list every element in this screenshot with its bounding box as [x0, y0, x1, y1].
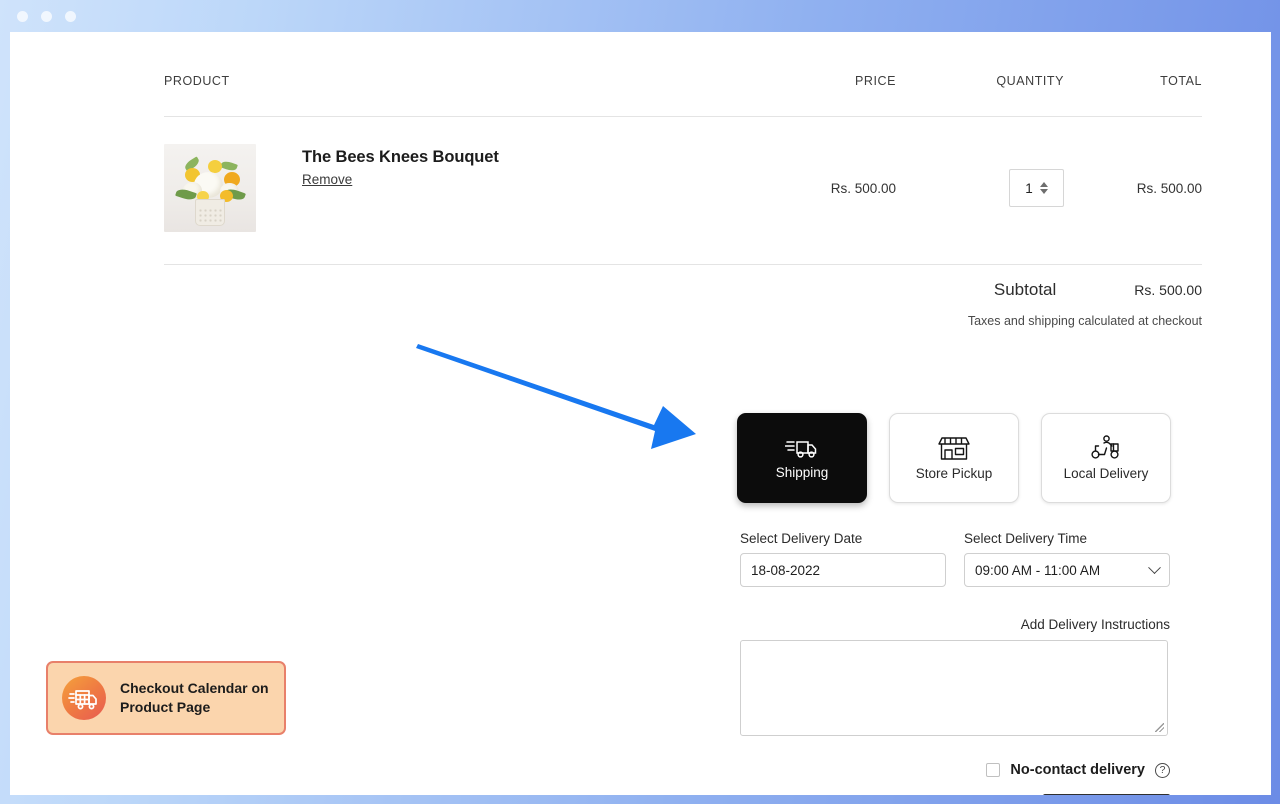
quantity-value: 1 — [1025, 180, 1033, 196]
no-contact-delivery-row: No-contact delivery ? — [740, 762, 1170, 778]
delivery-truck-icon — [785, 436, 819, 460]
delivery-time-value: 09:00 AM - 11:00 AM — [975, 562, 1101, 578]
delivery-instructions-textarea[interactable] — [740, 640, 1168, 736]
quantity-decrease-icon[interactable] — [1039, 189, 1048, 194]
cart-table: PRODUCT PRICE QUANTITY TOTAL The Bees Kn… — [164, 74, 1202, 265]
product-price: Rs. 500.00 — [830, 180, 896, 196]
browser-titlebar — [0, 0, 1280, 32]
cart-table-header: PRODUCT PRICE QUANTITY TOTAL — [164, 74, 1202, 117]
subtotal-label: Subtotal — [993, 280, 1057, 299]
feature-badge-line2: Product Page — [120, 699, 211, 715]
delivery-method-store-pickup[interactable]: Store Pickup — [889, 413, 1019, 503]
no-contact-delivery-checkbox[interactable] — [986, 763, 1001, 777]
column-header-product: PRODUCT — [164, 74, 230, 88]
delivery-instructions-label: Add Delivery Instructions — [1020, 617, 1170, 632]
table-row: The Bees Knees Bouquet Remove Rs. 500.00… — [164, 117, 1202, 265]
delivery-date-field: Select Delivery Date 18-08-2022 — [740, 531, 946, 587]
column-header-quantity: QUANTITY — [996, 74, 1064, 88]
delivery-date-label: Select Delivery Date — [740, 531, 863, 546]
feature-badge-line1: Checkout Calendar on — [120, 680, 269, 697]
quantity-cell: 1 — [896, 169, 1064, 207]
quantity-increase-icon[interactable] — [1039, 182, 1048, 187]
product-title[interactable]: The Bees Knees Bouquet — [302, 148, 499, 167]
delivery-method-shipping[interactable]: Shipping — [737, 413, 867, 503]
column-header-price: PRICE — [855, 74, 896, 88]
page-content: PRODUCT PRICE QUANTITY TOTAL The Bees Kn… — [10, 32, 1271, 795]
feature-badge-text: Checkout Calendar on Product Page — [120, 679, 269, 717]
product-thumbnail[interactable] — [164, 144, 256, 232]
product-line-total: Rs. 500.00 — [1136, 180, 1202, 196]
subtotal-value: Rs. 500.00 — [1134, 282, 1202, 298]
quantity-spinner[interactable] — [1039, 182, 1048, 194]
checkout-row: CHECK OUT — [740, 794, 1170, 795]
delivery-method-label: Local Delivery — [1063, 466, 1149, 481]
no-contact-delivery-label: No-contact delivery — [1010, 762, 1145, 778]
delivery-method-label: Store Pickup — [915, 466, 993, 481]
feature-badge: Checkout Calendar on Product Page — [46, 661, 286, 735]
subtotal-row: Subtotal Rs. 500.00 — [782, 280, 1202, 300]
cart-totals: Subtotal Rs. 500.00 Taxes and shipping c… — [782, 280, 1202, 328]
delivery-method-local-delivery[interactable]: Local Delivery — [1041, 413, 1171, 503]
close-window-button[interactable] — [17, 10, 28, 22]
column-header-total: TOTAL — [1160, 74, 1202, 88]
date-time-row: Select Delivery Date 18-08-2022 Select D… — [740, 531, 1170, 587]
delivery-method-label: Shipping — [775, 465, 829, 480]
delivery-date-input[interactable]: 18-08-2022 — [740, 553, 946, 587]
checkout-button[interactable]: CHECK OUT — [1042, 794, 1170, 795]
calendar-truck-icon — [62, 676, 106, 720]
delivery-time-select[interactable]: 09:00 AM - 11:00 AM — [964, 553, 1170, 587]
delivery-details-form: Select Delivery Date 18-08-2022 Select D… — [740, 531, 1170, 795]
delivery-time-field: Select Delivery Time 09:00 AM - 11:00 AM — [964, 531, 1170, 587]
chevron-down-icon — [1148, 560, 1161, 574]
maximize-window-button[interactable] — [65, 10, 76, 22]
minimize-window-button[interactable] — [41, 10, 52, 22]
delivery-method-selector: Shipping Store Pickup Local Delivery — [737, 413, 1171, 503]
browser-window: PRODUCT PRICE QUANTITY TOTAL The Bees Kn… — [0, 0, 1280, 804]
quantity-stepper[interactable]: 1 — [1009, 169, 1064, 207]
tax-shipping-note: Taxes and shipping calculated at checkou… — [967, 314, 1202, 328]
help-icon[interactable]: ? — [1155, 762, 1170, 778]
product-cell: The Bees Knees Bouquet Remove — [164, 144, 720, 232]
delivery-date-value: 18-08-2022 — [751, 562, 821, 578]
delivery-time-label: Select Delivery Time — [964, 531, 1088, 546]
remove-item-link[interactable]: Remove — [302, 172, 352, 187]
product-info: The Bees Knees Bouquet Remove — [256, 144, 499, 189]
